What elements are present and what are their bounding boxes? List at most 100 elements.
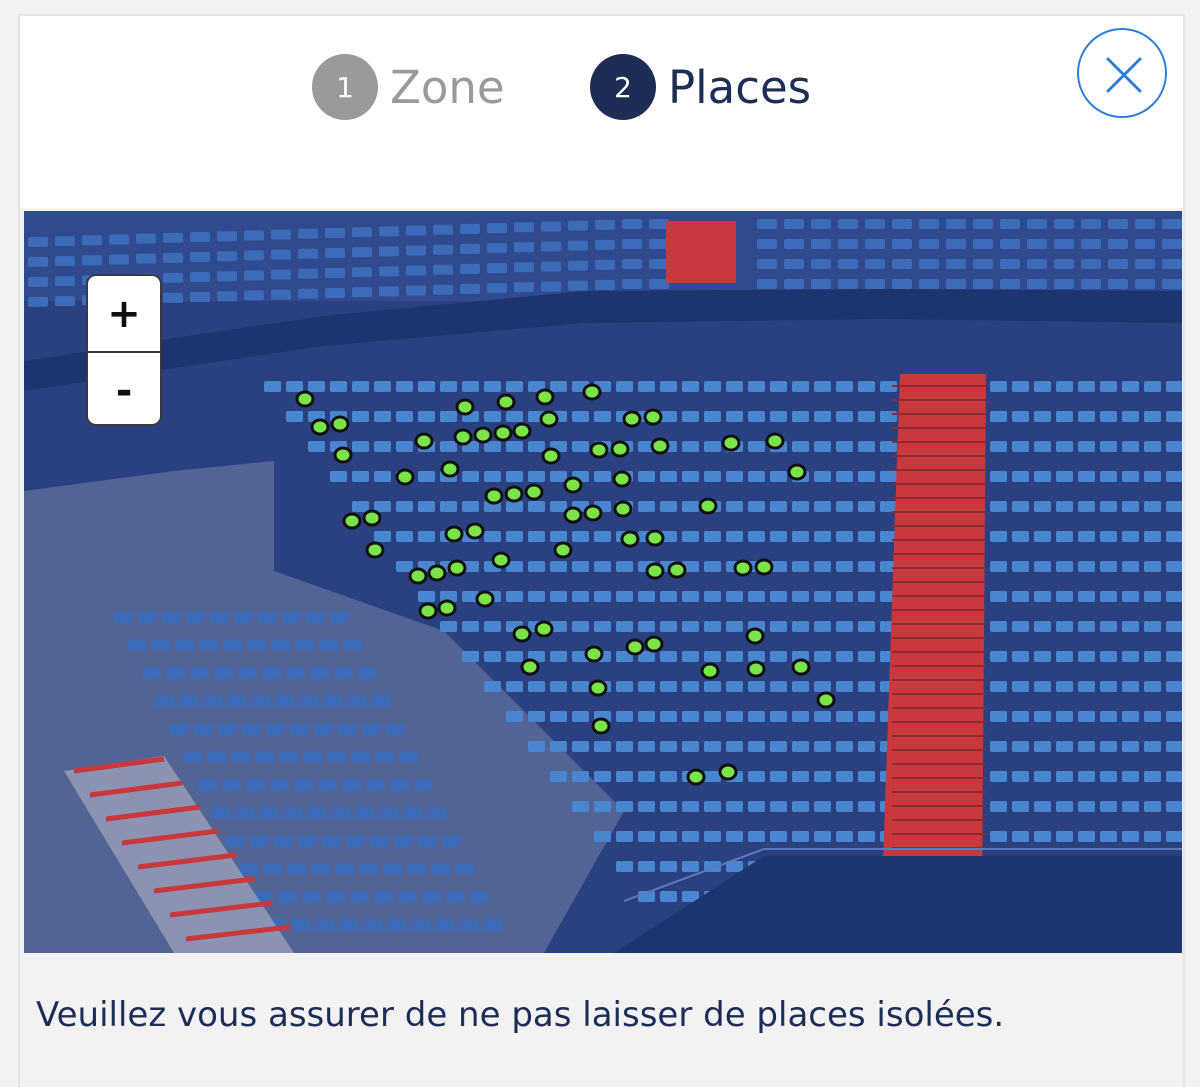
seat (264, 863, 282, 875)
seat (418, 381, 435, 392)
seat (310, 667, 328, 679)
seat (1081, 259, 1101, 269)
seat (770, 651, 787, 662)
seat (919, 239, 939, 249)
seat (234, 611, 252, 623)
seat (811, 219, 831, 229)
seat (352, 247, 372, 258)
available-seat (310, 418, 330, 436)
seat (541, 281, 561, 292)
seat (1100, 711, 1117, 722)
seat (1122, 801, 1139, 812)
seat (250, 835, 268, 847)
seat (487, 243, 507, 254)
seat (55, 276, 75, 287)
seat (616, 771, 633, 782)
seat (236, 807, 254, 819)
available-seat (447, 559, 467, 577)
step-number: 1 (312, 54, 378, 120)
seat (595, 259, 615, 270)
seat (792, 681, 809, 692)
seat (1012, 831, 1029, 842)
seat (638, 621, 655, 632)
seat (344, 639, 362, 651)
seat (973, 259, 993, 269)
seat (484, 651, 501, 662)
seat (682, 861, 699, 872)
seat (682, 531, 699, 542)
seat (190, 667, 208, 679)
seat (460, 223, 480, 234)
seat (152, 639, 170, 651)
available-seat (504, 485, 524, 503)
seat (550, 531, 567, 542)
seat (638, 471, 655, 482)
seat (1012, 531, 1029, 542)
seat (836, 441, 853, 452)
seat (682, 591, 699, 602)
seat (594, 771, 611, 782)
seat (616, 831, 633, 842)
seat (271, 289, 291, 300)
seat (262, 667, 280, 679)
available-seat (520, 658, 540, 676)
seat (1135, 279, 1155, 289)
seat (436, 919, 454, 931)
available-seat (330, 415, 350, 433)
seat (1054, 279, 1074, 289)
seat (836, 561, 853, 572)
seat (1034, 651, 1051, 662)
seat (156, 695, 174, 707)
seat (1122, 471, 1139, 482)
seat (460, 263, 480, 274)
seat (814, 651, 831, 662)
seat (622, 219, 642, 230)
available-seat (484, 487, 504, 505)
step-zone[interactable]: 1 Zone (312, 54, 505, 120)
seat (572, 741, 589, 752)
seat (1100, 681, 1117, 692)
seat (276, 695, 294, 707)
seat (528, 501, 545, 512)
seat (1144, 591, 1161, 602)
seat (1162, 219, 1182, 229)
seat (682, 711, 699, 722)
seat (792, 561, 809, 572)
seat (1056, 681, 1073, 692)
seat (726, 501, 743, 512)
zoom-in-button[interactable]: + (88, 276, 160, 351)
seat (136, 233, 156, 244)
seat (320, 639, 338, 651)
seat (210, 611, 228, 623)
step-places[interactable]: 2 Places (590, 54, 811, 120)
seat (660, 771, 677, 782)
seat (858, 801, 875, 812)
close-button[interactable] (1077, 28, 1167, 118)
seat (770, 471, 787, 482)
seat (748, 411, 765, 422)
seat (28, 296, 48, 307)
seat (770, 411, 787, 422)
seat (990, 411, 1007, 422)
seat (836, 381, 853, 392)
seat (1054, 239, 1074, 249)
zoom-out-button[interactable]: - (88, 353, 160, 424)
seat (838, 219, 858, 229)
seat (838, 259, 858, 269)
seat-map[interactable]: + - (24, 211, 1182, 953)
seat (726, 711, 743, 722)
seat (266, 723, 284, 735)
seat (414, 779, 432, 791)
seat (379, 246, 399, 257)
seat (163, 252, 183, 263)
seat (352, 751, 370, 763)
seat (1034, 531, 1051, 542)
available-seat (496, 393, 516, 411)
seat (1100, 441, 1117, 452)
seat (396, 441, 413, 452)
seat (946, 219, 966, 229)
seat (238, 667, 256, 679)
available-seat (541, 447, 561, 465)
seat (1100, 501, 1117, 512)
available-seat (816, 691, 836, 709)
